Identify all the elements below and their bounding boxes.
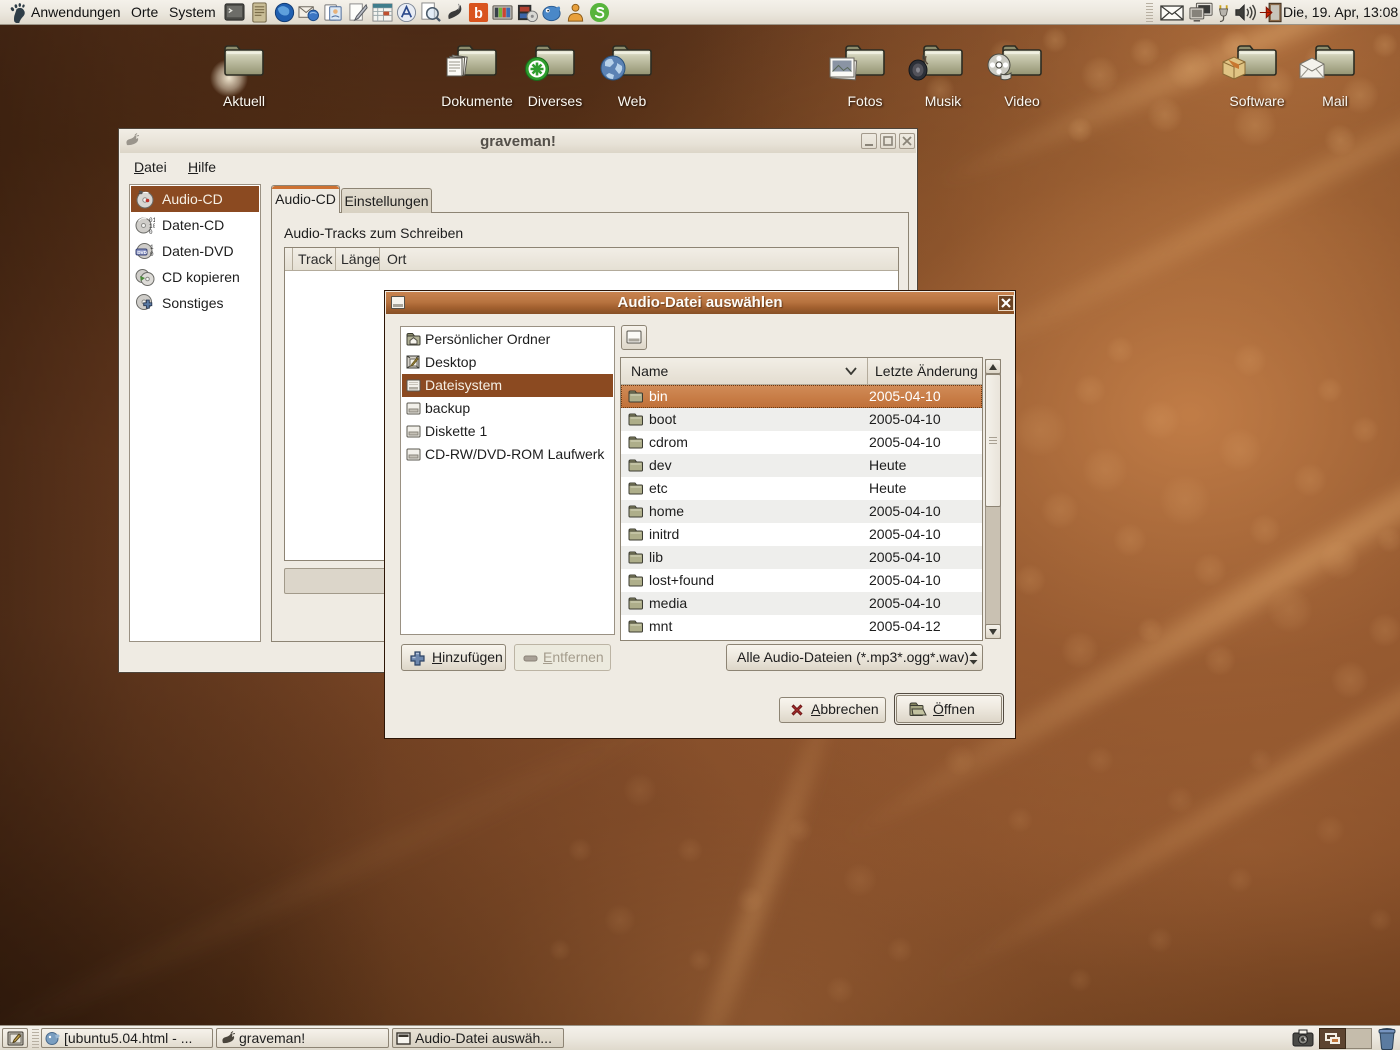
- svg-text:0: 0: [150, 251, 154, 258]
- svg-text:b: b: [474, 6, 483, 22]
- svg-text:DVD: DVD: [137, 250, 147, 255]
- svg-text:0: 0: [149, 229, 153, 235]
- svg-text:1: 1: [150, 244, 154, 251]
